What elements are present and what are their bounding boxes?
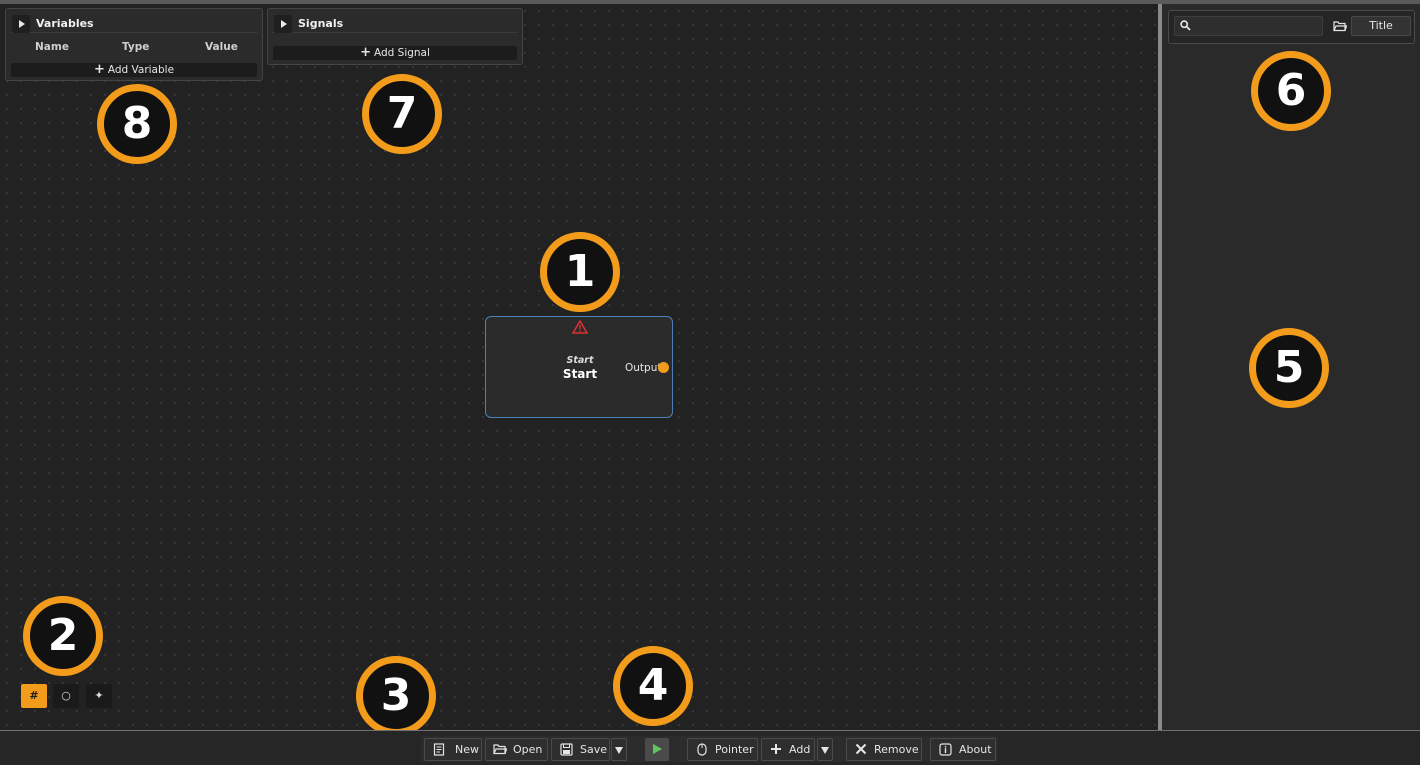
annotation-badge-3: 3 xyxy=(356,656,436,736)
variables-expand-button[interactable] xyxy=(12,15,30,33)
variables-panel-header: Variables xyxy=(10,13,258,33)
new-button[interactable]: New xyxy=(424,738,482,761)
circle-mode-button[interactable]: ○ xyxy=(53,684,79,708)
open-folder-icon xyxy=(493,744,507,755)
add-button[interactable]: Add xyxy=(761,738,815,761)
plus-icon: + xyxy=(93,62,105,77)
grid-mode-button[interactable]: # xyxy=(21,684,47,708)
about-label: About xyxy=(959,743,992,756)
mouse-pointer-icon xyxy=(697,743,707,756)
info-icon xyxy=(939,743,952,756)
search-icon xyxy=(1180,20,1191,34)
output-port-label: Output xyxy=(625,362,662,374)
output-port[interactable] xyxy=(658,362,669,373)
plus-icon xyxy=(771,744,781,754)
save-disk-icon xyxy=(560,743,573,756)
bottom-bar: New Open Save Pointer Add Remove About xyxy=(0,730,1420,765)
start-node[interactable]: Start Start Output xyxy=(485,316,673,418)
new-file-icon xyxy=(433,743,445,756)
run-play-button[interactable] xyxy=(645,738,669,761)
plus-icon: + xyxy=(360,45,371,60)
signals-panel-header: Signals xyxy=(272,13,518,33)
add-signal-button[interactable]: + Add Signal xyxy=(273,46,517,60)
column-header-type: Type xyxy=(122,41,150,53)
add-dropdown-button[interactable] xyxy=(817,738,833,761)
folder-icon[interactable] xyxy=(1333,20,1348,32)
signals-title: Signals xyxy=(298,17,344,30)
annotation-badge-5: 5 xyxy=(1249,328,1329,408)
annotation-badge-1: 1 xyxy=(540,232,620,312)
remove-button[interactable]: Remove xyxy=(846,738,922,761)
pointer-label: Pointer xyxy=(715,743,754,756)
annotation-badge-4: 4 xyxy=(613,646,693,726)
remove-label: Remove xyxy=(874,743,919,756)
search-input[interactable] xyxy=(1193,18,1319,34)
add-signal-label: Add Signal xyxy=(373,47,430,59)
new-label: New xyxy=(455,743,479,756)
annotation-badge-7: 7 xyxy=(362,74,442,154)
pointer-button[interactable]: Pointer xyxy=(687,738,758,761)
main-toolbar: New Open Save Pointer Add Remove About xyxy=(421,736,998,762)
add-variable-button[interactable]: + Add Variable xyxy=(11,63,257,77)
annotation-badge-6: 6 xyxy=(1251,51,1331,131)
sidebar-search-bar: Title xyxy=(1168,10,1415,44)
about-button[interactable]: About xyxy=(930,738,996,761)
variables-title: Variables xyxy=(36,17,94,30)
star-mode-button[interactable]: ✦ xyxy=(86,684,112,708)
add-label: Add xyxy=(789,743,811,756)
open-button[interactable]: Open xyxy=(485,738,548,761)
variables-panel: Variables Name Type Value + Add Variable xyxy=(5,8,263,81)
warning-triangle-icon xyxy=(571,319,589,337)
annotation-badge-8: 8 xyxy=(97,84,177,164)
close-x-icon xyxy=(855,743,867,755)
column-header-value: Value xyxy=(205,41,238,53)
save-button[interactable]: Save xyxy=(551,738,610,761)
save-label: Save xyxy=(580,743,608,756)
add-variable-label: Add Variable xyxy=(107,64,175,76)
annotation-badge-2: 2 xyxy=(23,596,103,676)
open-label: Open xyxy=(513,743,543,756)
column-header-name: Name xyxy=(35,41,69,53)
signals-expand-button[interactable] xyxy=(274,15,292,33)
search-field[interactable] xyxy=(1174,16,1323,36)
title-sort-button[interactable]: Title xyxy=(1351,16,1411,36)
save-dropdown-button[interactable] xyxy=(611,738,627,761)
signals-panel: Signals + Add Signal xyxy=(267,8,523,65)
